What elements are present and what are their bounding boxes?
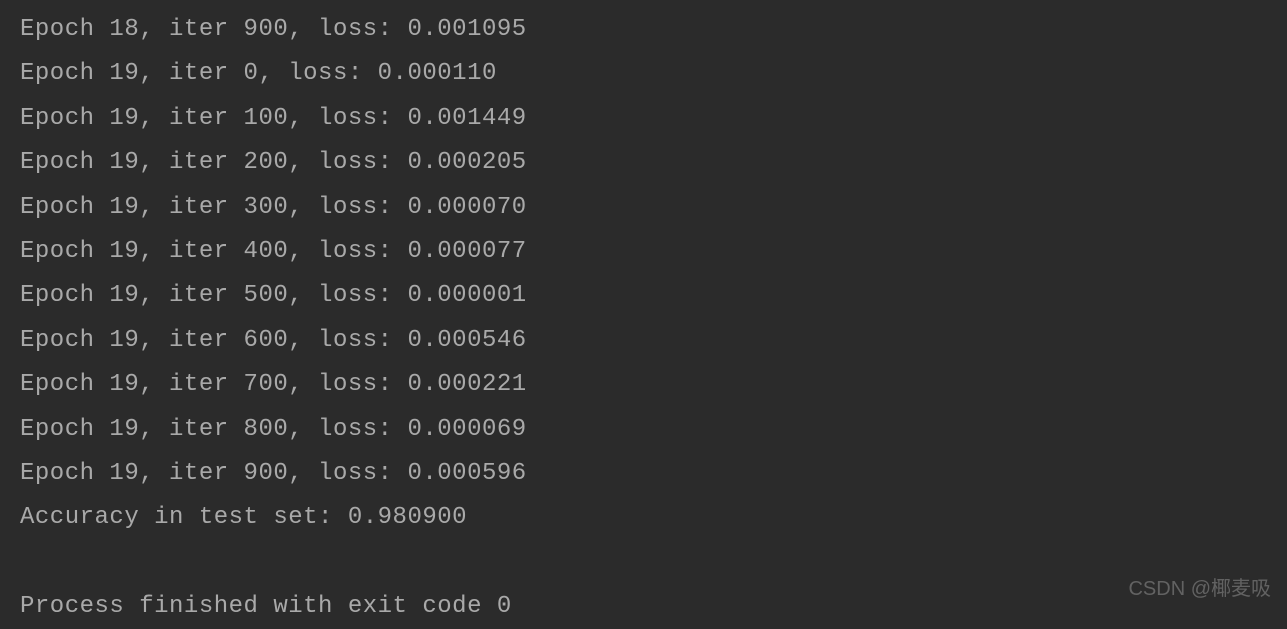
- log-line: Epoch 19, iter 400, loss: 0.000077: [20, 230, 1267, 274]
- log-line: Epoch 19, iter 600, loss: 0.000546: [20, 319, 1267, 363]
- console-output: Epoch 18, iter 900, loss: 0.001095 Epoch…: [20, 8, 1267, 629]
- blank-line: [20, 541, 1267, 585]
- log-line: Epoch 19, iter 900, loss: 0.000596: [20, 452, 1267, 496]
- log-line: Epoch 19, iter 300, loss: 0.000070: [20, 186, 1267, 230]
- log-line: Epoch 19, iter 700, loss: 0.000221: [20, 363, 1267, 407]
- watermark-text: CSDN @椰麦吸: [1128, 571, 1271, 608]
- log-line: Epoch 19, iter 100, loss: 0.001449: [20, 97, 1267, 141]
- accuracy-line: Accuracy in test set: 0.980900: [20, 496, 1267, 540]
- log-line: Epoch 19, iter 0, loss: 0.000110: [20, 52, 1267, 96]
- log-line: Epoch 18, iter 900, loss: 0.001095: [20, 8, 1267, 52]
- log-line: Epoch 19, iter 200, loss: 0.000205: [20, 141, 1267, 185]
- log-line: Epoch 19, iter 500, loss: 0.000001: [20, 274, 1267, 318]
- exit-message: Process finished with exit code 0: [20, 585, 1267, 629]
- log-line: Epoch 19, iter 800, loss: 0.000069: [20, 408, 1267, 452]
